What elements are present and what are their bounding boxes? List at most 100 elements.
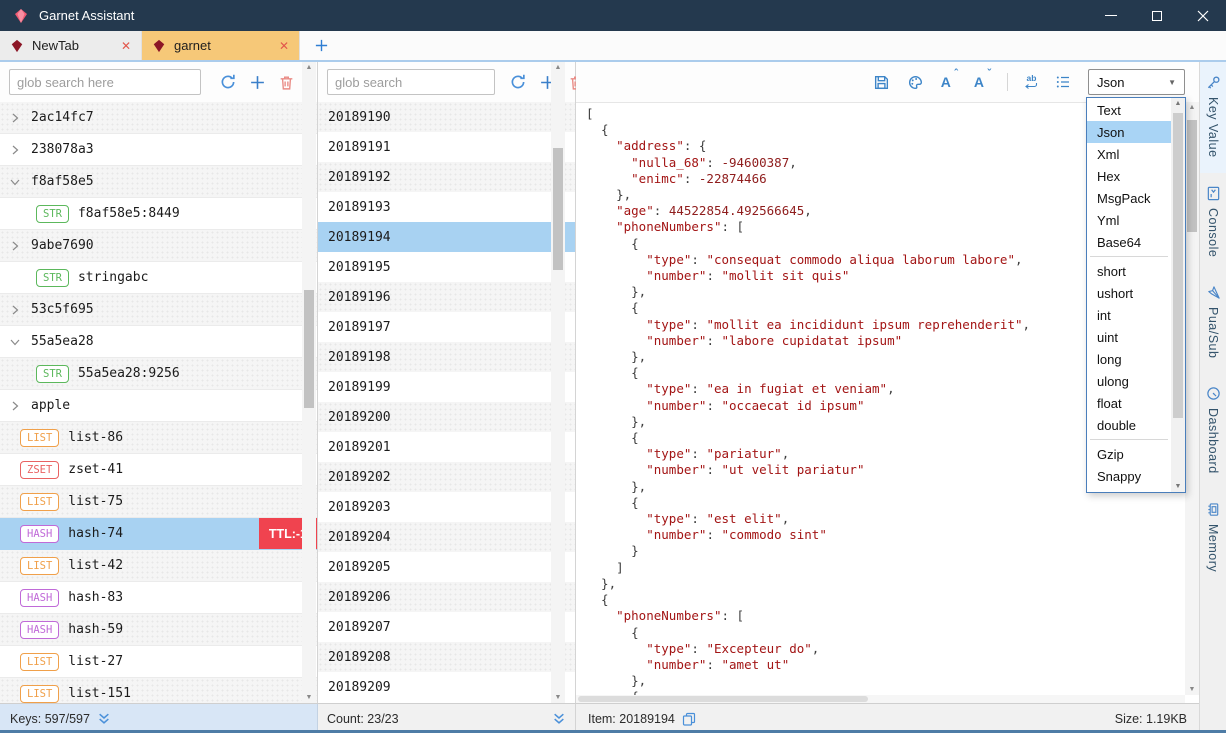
key-search-input[interactable] (9, 69, 201, 95)
chevron-down-icon[interactable] (10, 177, 22, 187)
format-option-yml[interactable]: Yml (1087, 209, 1171, 231)
field-list-item[interactable]: 20189197 (318, 312, 575, 342)
chevron-right-icon[interactable] (10, 305, 22, 315)
field-list-item[interactable]: 20189208 (318, 642, 575, 672)
format-option-ushort[interactable]: ushort (1087, 282, 1171, 304)
refresh-fields-button[interactable] (509, 73, 527, 91)
key-tree-item[interactable]: LISTlist-42 (0, 550, 317, 582)
format-option-ulong[interactable]: ulong (1087, 370, 1171, 392)
key-tree-group[interactable]: 238078a3 (0, 134, 317, 166)
field-list-item[interactable]: 20189205 (318, 552, 575, 582)
scroll-down-icon[interactable]: ▼ (1171, 483, 1185, 490)
field-list-item[interactable]: 20189209 (318, 672, 575, 702)
key-tree-item[interactable]: LISTlist-151 (0, 678, 317, 703)
refresh-keys-button[interactable] (219, 73, 237, 91)
scroll-down-icon[interactable]: ▼ (551, 694, 565, 701)
field-list-item[interactable]: 20189193 (318, 192, 575, 222)
close-button[interactable] (1180, 0, 1226, 31)
field-list-scrollbar[interactable]: ▲ ▼ (551, 62, 565, 703)
scrollbar-thumb[interactable] (1173, 113, 1183, 418)
side-tab-memory[interactable]: Memory (1200, 489, 1226, 587)
key-tree-group[interactable]: 2ac14fc7 (0, 102, 317, 134)
key-tree-group[interactable]: 53c5f695 (0, 294, 317, 326)
chevron-right-icon[interactable] (10, 145, 22, 155)
delete-keys-button[interactable] (278, 74, 295, 91)
format-option-double[interactable]: double (1087, 414, 1171, 436)
key-tree-group[interactable]: apple (0, 390, 317, 422)
outline-button[interactable] (1055, 74, 1071, 90)
format-option-msgpack[interactable]: MsgPack (1087, 187, 1171, 209)
key-tree-item[interactable]: ZSETzset-41 (0, 454, 317, 486)
key-tree-item[interactable]: LISTlist-75 (0, 486, 317, 518)
field-list-item[interactable]: 20189192 (318, 162, 575, 192)
format-option-text[interactable]: Text (1087, 99, 1171, 121)
key-tree-group[interactable]: 9abe7690 (0, 230, 317, 262)
field-list-item[interactable]: 20189190 (318, 102, 575, 132)
word-wrap-button[interactable]: ab (1025, 74, 1038, 91)
key-tree-item[interactable]: HASHhash-83 (0, 582, 317, 614)
key-tree-item[interactable]: HASHhash-74TTL:-1 (0, 518, 317, 550)
format-option-hex[interactable]: Hex (1087, 165, 1171, 187)
side-tab-pua-sub[interactable]: Pua/Sub (1200, 272, 1226, 373)
scroll-down-icon[interactable]: ▼ (1185, 686, 1199, 693)
side-tab-console[interactable]: Console (1200, 173, 1226, 272)
scroll-up-icon[interactable]: ▲ (551, 64, 565, 71)
format-option-short[interactable]: short (1087, 260, 1171, 282)
tab-close-icon[interactable]: ✕ (279, 39, 289, 53)
scroll-up-icon[interactable]: ▲ (1185, 104, 1199, 111)
field-list-item[interactable]: 20189191 (318, 132, 575, 162)
field-list-item[interactable]: 20189202 (318, 462, 575, 492)
copy-icon[interactable] (682, 712, 696, 726)
format-option-json[interactable]: Json (1087, 121, 1171, 143)
double-chevron-down-icon[interactable] (552, 712, 566, 725)
chevron-right-icon[interactable] (10, 113, 22, 123)
scroll-down-icon[interactable]: ▼ (302, 694, 316, 701)
theme-button[interactable] (907, 74, 924, 91)
key-tree-scrollbar[interactable]: ▲ ▼ (302, 62, 316, 703)
field-list-item[interactable]: 20189196 (318, 282, 575, 312)
key-tree-item[interactable]: HASHhash-59 (0, 614, 317, 646)
tab-close-icon[interactable]: ✕ (121, 39, 131, 53)
minimize-button[interactable] (1088, 0, 1134, 31)
format-option-snappy[interactable]: Snappy (1087, 465, 1171, 487)
key-tree-item[interactable]: LISTlist-27 (0, 646, 317, 678)
new-tab-button[interactable] (300, 31, 342, 60)
format-option-xml[interactable]: Xml (1087, 143, 1171, 165)
save-button[interactable] (873, 74, 890, 91)
editor-horizontal-scrollbar[interactable] (576, 695, 1185, 703)
key-tree-item[interactable]: STRstringabc (0, 262, 317, 294)
double-chevron-down-icon[interactable] (97, 712, 111, 725)
side-tab-dashboard[interactable]: Dashboard (1200, 373, 1226, 489)
field-list-item[interactable]: 20189206 (318, 582, 575, 612)
chevron-right-icon[interactable] (10, 241, 22, 251)
format-option-int[interactable]: int (1087, 304, 1171, 326)
key-tree-item[interactable]: STRf8af58e5:8449 (0, 198, 317, 230)
chevron-right-icon[interactable] (10, 401, 22, 411)
key-tree-group[interactable]: f8af58e5 (0, 166, 317, 198)
field-search-input[interactable] (327, 69, 495, 95)
format-option-gzip[interactable]: Gzip (1087, 443, 1171, 465)
key-tree-item[interactable]: LISTlist-86 (0, 422, 317, 454)
scrollbar-thumb[interactable] (304, 290, 314, 408)
scrollbar-thumb[interactable] (553, 148, 563, 270)
chevron-down-icon[interactable] (10, 337, 22, 347)
scroll-up-icon[interactable]: ▲ (1171, 100, 1185, 107)
tab-newtab[interactable]: NewTab ✕ (0, 31, 142, 60)
maximize-button[interactable] (1134, 0, 1180, 31)
field-list-item[interactable]: 20189201 (318, 432, 575, 462)
format-option-lz4[interactable]: LZ4 (1087, 487, 1171, 493)
scroll-up-icon[interactable]: ▲ (302, 64, 316, 71)
key-tree-group[interactable]: 55a5ea28 (0, 326, 317, 358)
format-option-uint[interactable]: uint (1087, 326, 1171, 348)
field-list-item[interactable]: 20189195 (318, 252, 575, 282)
format-option-long[interactable]: long (1087, 348, 1171, 370)
scrollbar-thumb[interactable] (578, 696, 868, 702)
side-tab-key-value[interactable]: Key Value (1200, 62, 1226, 173)
tab-garnet[interactable]: garnet ✕ (142, 31, 300, 60)
font-increase-button[interactable]: Aˆ (941, 75, 957, 89)
dropdown-scrollbar[interactable]: ▲ ▼ (1171, 98, 1185, 492)
scrollbar-thumb[interactable] (1187, 120, 1197, 232)
field-list-item[interactable]: 20189199 (318, 372, 575, 402)
field-list-item[interactable]: 20189194 (318, 222, 575, 252)
field-list-item[interactable]: 20189207 (318, 612, 575, 642)
